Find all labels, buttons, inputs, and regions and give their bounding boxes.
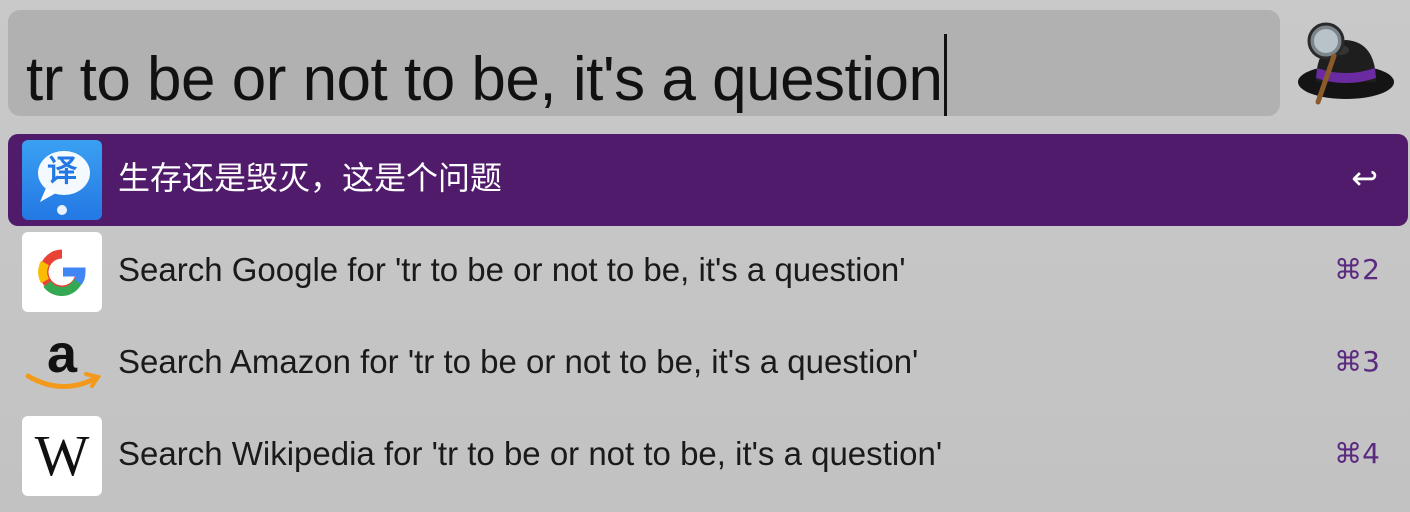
search-query-text: tr to be or not to be, it's a question — [26, 34, 947, 116]
results-list: 译 生存还是毁灭，这是个问题 ↩ Search Google for 'tr t… — [8, 134, 1408, 502]
google-icon — [22, 232, 102, 312]
result-row-amazon[interactable]: a Search Amazon for 'tr to be or not to … — [8, 318, 1408, 410]
result-row-translate[interactable]: 译 生存还是毁灭，这是个问题 ↩ — [8, 134, 1408, 226]
result-row-wikipedia[interactable]: W Search Wikipedia for 'tr to be or not … — [8, 410, 1408, 502]
return-shortcut: ↩ — [1351, 159, 1378, 197]
amazon-icon: a — [22, 324, 102, 404]
svg-text:a: a — [47, 324, 78, 384]
translate-icon: 译 — [22, 140, 102, 220]
search-input[interactable]: tr to be or not to be, it's a question — [8, 10, 1280, 116]
shortcut-label: ⌘4 — [1334, 437, 1380, 470]
translate-icon-glyph: 译 — [47, 154, 77, 189]
wikipedia-icon: W — [22, 416, 102, 496]
result-row-google[interactable]: Search Google for 'tr to be or not to be… — [8, 226, 1408, 318]
alfred-hat-icon[interactable] — [1296, 16, 1396, 108]
result-title: Search Wikipedia for 'tr to be or not to… — [118, 435, 943, 472]
search-query-value: tr to be or not to be, it's a question — [26, 45, 943, 114]
result-title: 生存还是毁灭，这是个问题 — [118, 159, 503, 197]
result-title: Search Amazon for 'tr to be or not to be… — [118, 343, 919, 380]
shortcut-label: ⌘3 — [1334, 345, 1380, 378]
result-title: Search Google for 'tr to be or not to be… — [118, 251, 906, 288]
text-cursor — [943, 34, 947, 116]
shortcut-label: ⌘2 — [1334, 253, 1380, 286]
wikipedia-icon-glyph: W — [34, 423, 90, 488]
